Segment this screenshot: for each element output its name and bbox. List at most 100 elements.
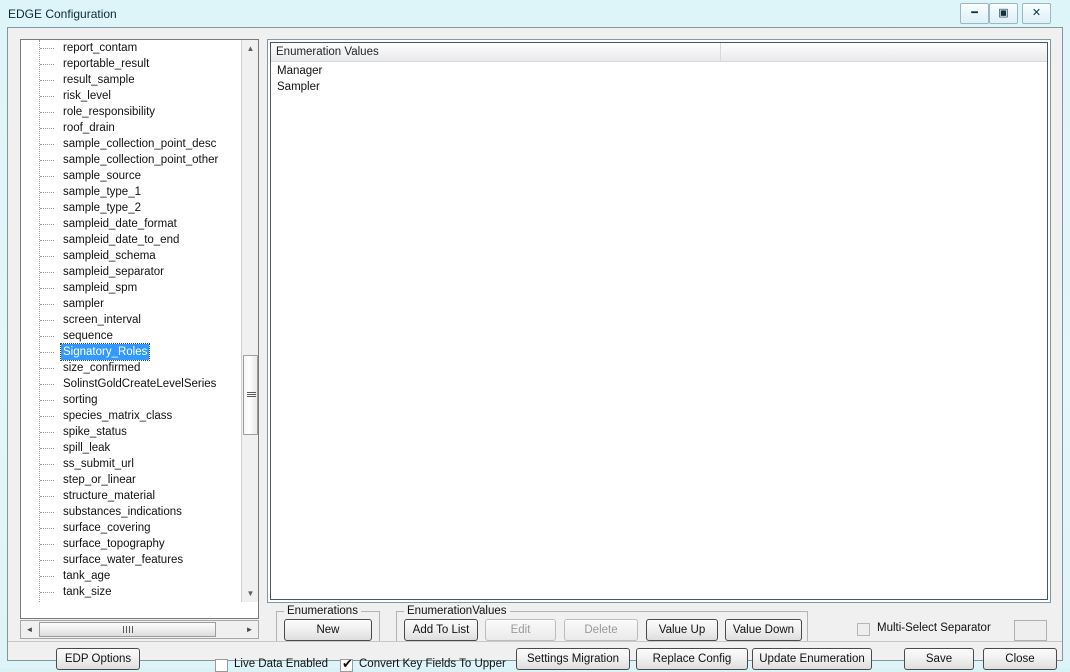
tree-item[interactable]: sampleid_spm bbox=[21, 280, 241, 296]
tree-item[interactable]: sampleid_schema bbox=[21, 248, 241, 264]
scroll-left-icon[interactable]: ◄ bbox=[21, 621, 38, 638]
tree-item-label: surface_water_features bbox=[63, 554, 184, 566]
multi-select-separator-checkbox[interactable] bbox=[857, 623, 870, 636]
enumerations-group-label: Enumerations bbox=[284, 605, 361, 617]
multi-select-separator-input[interactable] bbox=[1014, 620, 1047, 641]
tree-item[interactable]: sample_source bbox=[21, 168, 241, 184]
tree-item[interactable]: sampler bbox=[21, 296, 241, 312]
title-bar[interactable]: EDGE Configuration ━ ▣ ✕ bbox=[0, 0, 1070, 30]
tree-item[interactable]: surface_water_features bbox=[21, 552, 241, 568]
add-to-list-button[interactable]: Add To List bbox=[404, 619, 478, 641]
multi-select-separator-field: Multi-Select Separator bbox=[857, 620, 1047, 641]
tree-item-label: sampleid_date_format bbox=[63, 218, 177, 230]
delete-button[interactable]: Delete bbox=[564, 619, 638, 641]
tree-item-label: sample_collection_point_desc bbox=[63, 138, 217, 150]
tree-item[interactable]: sample_type_1 bbox=[21, 184, 241, 200]
tree-item-label: spike_status bbox=[63, 426, 127, 438]
enumeration-values-listview[interactable]: Enumeration Values Manager Sampler bbox=[270, 42, 1048, 600]
scroll-right-icon[interactable]: ► bbox=[241, 621, 258, 638]
multi-select-separator-label: Multi-Select Separator bbox=[877, 622, 991, 634]
replace-config-button[interactable]: Replace Config bbox=[636, 648, 748, 670]
tree-item[interactable]: sampleid_date_to_end bbox=[21, 232, 241, 248]
tree-item[interactable]: Signatory_Roles bbox=[21, 343, 241, 361]
listview-row[interactable]: Manager bbox=[271, 63, 1047, 79]
vertical-scrollbar-thumb[interactable] bbox=[243, 355, 258, 435]
tree-item-label: surface_covering bbox=[63, 522, 151, 534]
tree-item-label: risk_level bbox=[63, 90, 111, 102]
column-header-enumeration-values[interactable]: Enumeration Values bbox=[271, 43, 721, 62]
tree-item-label: tank_age bbox=[63, 570, 111, 582]
tree-item-label: report_contam bbox=[63, 42, 138, 54]
tree-item[interactable]: surface_topography bbox=[21, 536, 241, 552]
tree-item[interactable]: sample_type_2 bbox=[21, 200, 241, 216]
tree-item[interactable]: result_sample bbox=[21, 72, 241, 88]
tree-item-label: structure_material bbox=[63, 490, 156, 502]
tree-item[interactable]: species_matrix_class bbox=[21, 408, 241, 424]
tree-item-label: sample_collection_point_other bbox=[63, 154, 219, 166]
tree-item[interactable]: SolinstGoldCreateLevelSeries bbox=[21, 376, 241, 392]
listview-row[interactable]: Sampler bbox=[271, 79, 1047, 95]
close-dialog-button[interactable]: Close bbox=[983, 648, 1057, 670]
live-data-enabled-checkbox[interactable] bbox=[215, 659, 228, 672]
configuration-tree[interactable]: report_contam reportable_result result_sam… bbox=[20, 39, 259, 619]
horizontal-scrollbar-thumb[interactable] bbox=[39, 622, 216, 637]
enumeration-values-panel: Enumeration Values Manager Sampler bbox=[267, 39, 1051, 603]
tree-item-label: spill_leak bbox=[63, 442, 111, 454]
window-title: EDGE Configuration bbox=[8, 7, 117, 21]
tree-item[interactable]: structure_material bbox=[21, 488, 241, 504]
tree-horizontal-scrollbar[interactable]: ◄ ► bbox=[20, 620, 259, 639]
tree-item[interactable]: spike_status bbox=[21, 424, 241, 440]
listview-rows: Manager Sampler bbox=[271, 63, 1047, 95]
close-button[interactable]: ✕ bbox=[1022, 3, 1051, 24]
tree-item-label: sampler bbox=[63, 298, 104, 310]
tree-item[interactable]: sample_collection_point_other bbox=[21, 152, 241, 168]
tree-item[interactable]: report_contam bbox=[21, 40, 241, 56]
tree-item-label: sequence bbox=[63, 330, 113, 342]
tree-item[interactable]: risk_level bbox=[21, 88, 241, 104]
tree-item-label: tank_size bbox=[63, 586, 112, 598]
restore-button[interactable]: ▣ bbox=[989, 3, 1018, 24]
tree-item-label: reportable_result bbox=[63, 58, 150, 70]
scroll-down-icon[interactable]: ▼ bbox=[242, 585, 258, 602]
value-up-button[interactable]: Value Up bbox=[646, 619, 718, 641]
tree-item[interactable]: sorting bbox=[21, 392, 241, 408]
scroll-up-icon[interactable]: ▲ bbox=[242, 40, 258, 57]
scrollbar-grip-icon bbox=[123, 626, 133, 633]
column-header-secondary[interactable] bbox=[721, 43, 1047, 62]
tree-item[interactable]: step_or_linear bbox=[21, 472, 241, 488]
convert-key-fields-checkbox[interactable]: ✔ bbox=[340, 656, 353, 672]
edit-button[interactable]: Edit bbox=[485, 619, 556, 641]
update-enumeration-button[interactable]: Update Enumeration bbox=[752, 648, 872, 670]
tree-item-label: sample_type_1 bbox=[63, 186, 141, 198]
scrollbar-grip-icon bbox=[247, 391, 256, 399]
tree-item[interactable]: substances_indications bbox=[21, 504, 241, 520]
tree-item[interactable]: roof_drain bbox=[21, 120, 241, 136]
tree-item[interactable]: ss_submit_url bbox=[21, 456, 241, 472]
tree-item[interactable]: reportable_result bbox=[21, 56, 241, 72]
tree-item-label: sample_source bbox=[63, 170, 141, 182]
tree-item[interactable]: role_responsibility bbox=[21, 104, 241, 120]
tree-item[interactable]: sampleid_separator bbox=[21, 264, 241, 280]
value-down-button[interactable]: Value Down bbox=[725, 619, 802, 641]
tree-item-label: roof_drain bbox=[63, 122, 115, 134]
tree-item-label: sampleid_date_to_end bbox=[63, 234, 180, 246]
tree-item[interactable]: surface_covering bbox=[21, 520, 241, 536]
tree-item-label: species_matrix_class bbox=[63, 410, 173, 422]
listview-header: Enumeration Values bbox=[271, 43, 1047, 62]
checkmark-icon: ✔ bbox=[342, 656, 353, 671]
tree-item[interactable]: tank_age bbox=[21, 568, 241, 584]
tree-vertical-scrollbar[interactable]: ▲ ▼ bbox=[241, 40, 258, 602]
tree-item[interactable]: sampleid_date_format bbox=[21, 216, 241, 232]
tree-item-label: size_confirmed bbox=[63, 362, 141, 374]
edp-options-button[interactable]: EDP Options bbox=[56, 648, 140, 670]
tree-item[interactable]: size_confirmed bbox=[21, 360, 241, 376]
tree-item[interactable]: screen_interval bbox=[21, 312, 241, 328]
minimize-button[interactable]: ━ bbox=[960, 3, 989, 24]
tree-item[interactable]: sample_collection_point_desc bbox=[21, 136, 241, 152]
tree-item[interactable]: tank_size bbox=[21, 584, 241, 600]
settings-migration-button[interactable]: Settings Migration bbox=[516, 648, 630, 670]
tree-item[interactable]: spill_leak bbox=[21, 440, 241, 456]
save-button[interactable]: Save bbox=[904, 648, 974, 670]
tree-item[interactable]: sequence bbox=[21, 328, 241, 344]
new-button[interactable]: New bbox=[284, 619, 372, 641]
